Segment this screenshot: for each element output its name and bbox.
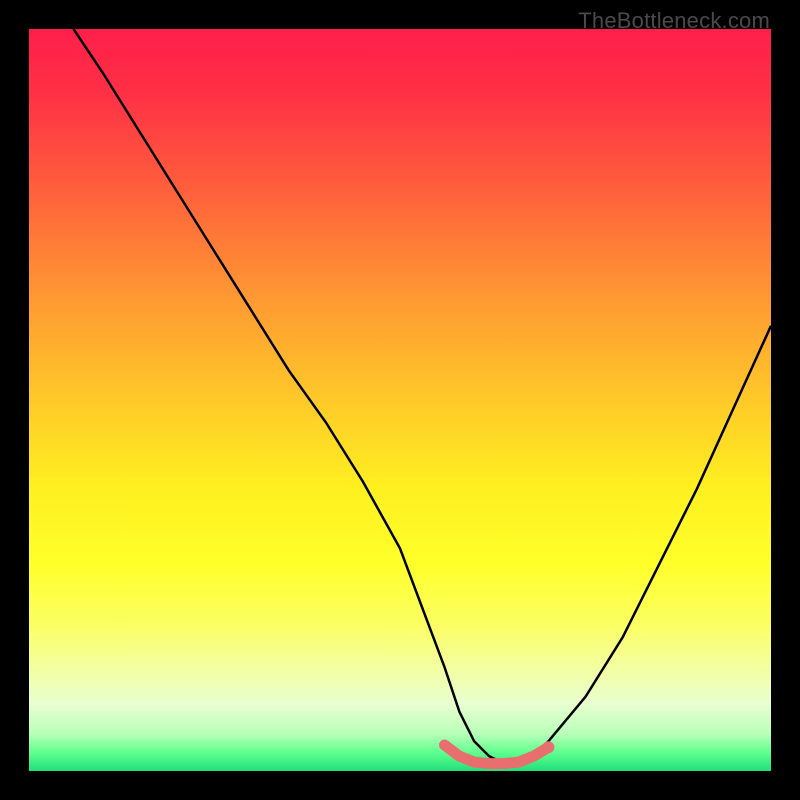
chart-frame: TheBottleneck.com — [0, 0, 800, 800]
plot-area — [29, 29, 771, 771]
watermark-link[interactable]: TheBottleneck.com — [578, 8, 770, 34]
gradient-background — [29, 29, 771, 771]
chart-svg — [29, 29, 771, 771]
marker-end-dot — [542, 741, 554, 753]
